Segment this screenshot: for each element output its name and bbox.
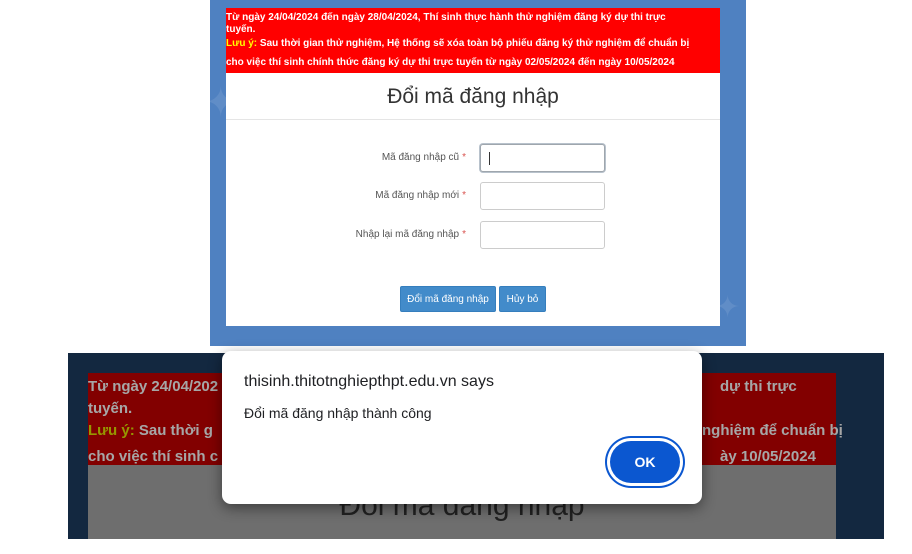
dialog-title: thisinh.thitotnghiepthpt.edu.vn says (244, 373, 494, 390)
old-login-code-label: Mã đăng nhập cũ * (381, 152, 466, 163)
confirm-login-code-input[interactable] (480, 221, 605, 249)
warning-label: Lưu ý: (226, 38, 258, 49)
new-login-code-input[interactable] (480, 182, 605, 210)
alert-dialog: thisinh.thitotnghiepthpt.edu.vn says Đổi… (222, 351, 702, 504)
ok-button[interactable]: OK (610, 441, 680, 483)
text-caret (489, 152, 490, 165)
new-login-code-label: Mã đăng nhập mới * (375, 190, 466, 201)
dialog-message: Đổi mã đăng nhập thành công (244, 405, 432, 421)
confirm-login-code-label: Nhập lại mã đăng nhập * (355, 229, 466, 240)
change-login-card: Từ ngày 24/04/2024 đến ngày 28/04/2024, … (226, 8, 720, 326)
trial-notice-banner: Từ ngày 24/04/2024 đến ngày 28/04/2024, … (226, 8, 720, 73)
top-screenshot: ✦ ✦ Từ ngày 24/04/2024 đến ngày 28/04/20… (210, 0, 746, 346)
cancel-button[interactable]: Hủy bỏ (499, 286, 546, 312)
old-login-code-row: Mã đăng nhập cũ * (226, 144, 720, 174)
warning-text: Sau thời gian thử nghiệm, Hệ thống sẽ xó… (257, 38, 690, 49)
notice-line: Từ ngày 24/04/2024 đến ngày 28/04/2024, … (226, 12, 666, 23)
notice-warning: Lưu ý: Sau thời gian thử nghiệm, Hệ thốn… (226, 36, 716, 52)
new-login-code-row: Mã đăng nhập mới * (226, 182, 720, 212)
page-title: Đổi mã đăng nhập (226, 73, 720, 120)
old-login-code-input[interactable] (480, 144, 605, 172)
change-login-code-button[interactable]: Đổi mã đăng nhập (400, 286, 496, 312)
notice-line: cho việc thí sinh chính thức đăng ký dự … (226, 57, 675, 68)
confirm-login-code-row: Nhập lại mã đăng nhập * (226, 221, 720, 251)
required-mark: * (462, 190, 466, 201)
required-mark: * (462, 152, 466, 163)
required-mark: * (462, 229, 466, 240)
